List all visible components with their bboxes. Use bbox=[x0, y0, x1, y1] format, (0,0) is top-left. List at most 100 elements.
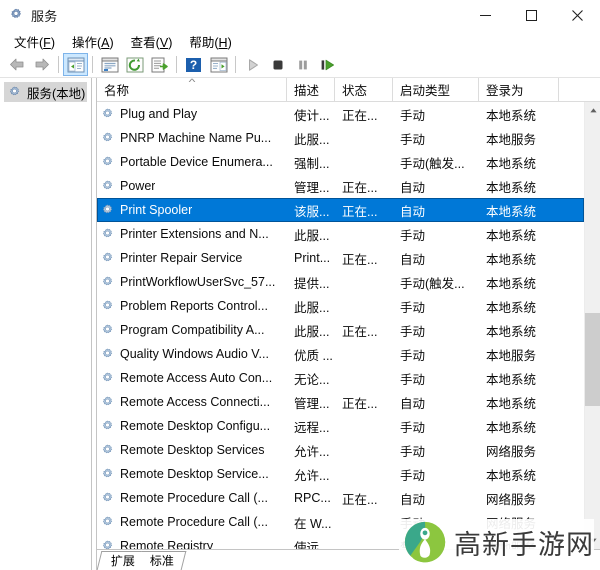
service-name: Program Compatibility A... bbox=[120, 323, 265, 337]
table-row[interactable]: Program Compatibility A...此服...正在...手动本地… bbox=[97, 318, 584, 342]
service-gear-icon bbox=[100, 371, 115, 386]
cell-desc: 优质 ... bbox=[287, 345, 335, 364]
cell-status: 正在... bbox=[335, 489, 393, 508]
cell-desc: 无论... bbox=[287, 369, 335, 388]
cell-logonas: 网络服务 bbox=[479, 441, 559, 460]
service-name: Print Spooler bbox=[120, 203, 192, 217]
col-logonas[interactable]: 登录为 bbox=[479, 78, 559, 101]
table-row[interactable]: Remote Access Auto Con...无论...手动本地系统 bbox=[97, 366, 584, 390]
minimize-button[interactable] bbox=[462, 0, 508, 30]
cell-name: Remote Access Auto Con... bbox=[97, 371, 287, 386]
pause-service-icon bbox=[290, 53, 315, 76]
table-row[interactable]: Problem Reports Control...此服...手动本地系统 bbox=[97, 294, 584, 318]
cell-logonas: 本地系统 bbox=[479, 369, 559, 388]
start-service-icon bbox=[240, 53, 265, 76]
cell-name: Program Compatibility A... bbox=[97, 323, 287, 338]
toolbar-separator bbox=[58, 56, 59, 73]
table-row[interactable]: Quality Windows Audio V...优质 ...手动本地服务 bbox=[97, 342, 584, 366]
service-name: Portable Device Enumera... bbox=[120, 155, 273, 169]
toolbar-separator bbox=[92, 56, 93, 73]
col-desc-label: 描述 bbox=[294, 80, 319, 99]
table-row[interactable]: PNRP Machine Name Pu...此服...手动本地服务 bbox=[97, 126, 584, 150]
export-list-icon[interactable] bbox=[147, 53, 172, 76]
menu-view[interactable]: 查看(V) bbox=[123, 30, 182, 53]
cell-desc: 在 W... bbox=[287, 513, 335, 532]
col-status[interactable]: 状态 bbox=[335, 78, 393, 101]
col-status-label: 状态 bbox=[342, 80, 367, 99]
service-name: Remote Access Connecti... bbox=[120, 395, 270, 409]
tab-extended-label: 扩展 bbox=[111, 552, 135, 570]
cell-desc: 此服... bbox=[287, 225, 335, 244]
show-tree-icon[interactable] bbox=[63, 53, 88, 76]
scroll-up-button[interactable] bbox=[585, 102, 600, 119]
cell-status: 正在... bbox=[335, 201, 393, 220]
maximize-button[interactable] bbox=[508, 0, 554, 30]
cell-name: Remote Desktop Configu... bbox=[97, 419, 287, 434]
cell-starttype: 手动 bbox=[393, 465, 479, 484]
restart-service-icon[interactable] bbox=[315, 53, 340, 76]
refresh-icon[interactable] bbox=[122, 53, 147, 76]
menu-help[interactable]: 帮助(H) bbox=[181, 30, 240, 53]
service-gear-icon bbox=[100, 419, 115, 434]
window-title: 服务 bbox=[31, 6, 58, 25]
services-gear-icon bbox=[8, 7, 24, 23]
tab-standard[interactable]: 标准 bbox=[137, 551, 187, 570]
service-name: Remote Procedure Call (... bbox=[120, 491, 268, 505]
col-starttype-label: 启动类型 bbox=[400, 80, 450, 99]
cell-status: 正在... bbox=[335, 177, 393, 196]
menu-action[interactable]: 操作(A) bbox=[64, 30, 123, 53]
cell-name: Printer Extensions and N... bbox=[97, 227, 287, 242]
service-name: Power bbox=[120, 179, 155, 193]
table-row[interactable]: Remote Access Connecti...管理...正在...自动本地系… bbox=[97, 390, 584, 414]
cell-logonas: 本地系统 bbox=[479, 225, 559, 244]
cell-starttype: 手动 bbox=[393, 225, 479, 244]
table-row[interactable]: PrintWorkflowUserSvc_57...提供...手动(触发...本… bbox=[97, 270, 584, 294]
col-starttype[interactable]: 启动类型 bbox=[393, 78, 479, 101]
service-gear-icon bbox=[100, 467, 115, 482]
stop-service-icon[interactable] bbox=[265, 53, 290, 76]
properties-icon[interactable] bbox=[97, 53, 122, 76]
col-name[interactable]: 名称^ bbox=[97, 78, 287, 101]
show-action-pane-icon[interactable] bbox=[206, 53, 231, 76]
service-gear-icon bbox=[100, 299, 115, 314]
scrollbar-thumb[interactable] bbox=[585, 313, 600, 406]
service-gear-icon bbox=[100, 251, 115, 266]
table-row[interactable]: Plug and Play使计...正在...手动本地系统 bbox=[97, 102, 584, 126]
cell-name: Remote Procedure Call (... bbox=[97, 491, 287, 506]
table-row[interactable]: Remote Procedure Call (...RPC...正在...自动网… bbox=[97, 486, 584, 510]
cell-name: Remote Procedure Call (... bbox=[97, 515, 287, 530]
cell-status: 正在... bbox=[335, 105, 393, 124]
cell-desc: 使远... bbox=[287, 537, 335, 550]
table-row[interactable]: Remote Desktop Configu...远程...手动本地系统 bbox=[97, 414, 584, 438]
table-row[interactable]: Printer Extensions and N...此服... 手动本地系统 bbox=[97, 222, 584, 246]
table-row[interactable]: Remote Desktop Service...允许...手动本地系统 bbox=[97, 462, 584, 486]
table-row[interactable]: Power管理...正在...自动本地系统 bbox=[97, 174, 584, 198]
table-row[interactable]: Remote Desktop Services允许...手动网络服务 bbox=[97, 438, 584, 462]
cell-desc: 此服... bbox=[287, 297, 335, 316]
tree-item-services-local[interactable]: 服务(本地) bbox=[4, 82, 87, 102]
table-row[interactable]: Printer Repair ServicePrint...正在...自动本地系… bbox=[97, 246, 584, 270]
close-button[interactable] bbox=[554, 0, 600, 30]
service-gear-icon bbox=[100, 491, 115, 506]
cell-desc: 远程... bbox=[287, 417, 335, 436]
service-name: Remote Procedure Call (... bbox=[120, 515, 268, 529]
table-row[interactable]: Print Spooler该服...正在...自动本地系统 bbox=[97, 198, 584, 222]
table-row[interactable]: Portable Device Enumera...强制...手动(触发...本… bbox=[97, 150, 584, 174]
service-name: Plug and Play bbox=[120, 107, 197, 121]
vertical-scrollbar[interactable] bbox=[584, 102, 600, 549]
cell-starttype: 手动 bbox=[393, 417, 479, 436]
tab-standard-label: 标准 bbox=[150, 552, 174, 570]
cell-name: Printer Repair Service bbox=[97, 251, 287, 266]
service-name: Problem Reports Control... bbox=[120, 299, 268, 313]
service-name: Remote Registry bbox=[120, 539, 213, 549]
cell-starttype: 自动 bbox=[393, 201, 479, 220]
help-icon[interactable]: ? bbox=[181, 53, 206, 76]
cell-desc: 管理... bbox=[287, 177, 335, 196]
cell-desc: 使计... bbox=[287, 105, 335, 124]
col-desc[interactable]: 描述 bbox=[287, 78, 335, 101]
service-name: Remote Access Auto Con... bbox=[120, 371, 272, 385]
cell-logonas: 本地系统 bbox=[479, 249, 559, 268]
menu-file[interactable]: 文件(F) bbox=[6, 30, 64, 53]
cell-name: Remote Registry bbox=[97, 539, 287, 550]
cell-starttype: 自动 bbox=[393, 177, 479, 196]
